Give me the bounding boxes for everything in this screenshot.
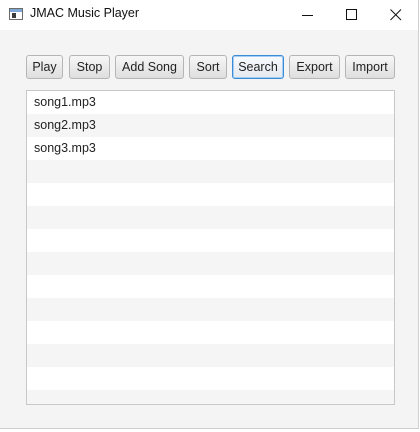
sort-button[interactable]: Sort <box>189 55 227 79</box>
empty-list-row <box>27 321 394 344</box>
list-item[interactable]: song1.mp3 <box>27 91 394 114</box>
maximize-icon <box>346 9 357 20</box>
close-icon <box>390 9 402 21</box>
stop-button[interactable]: Stop <box>69 55 110 79</box>
list-item[interactable]: song2.mp3 <box>27 114 394 137</box>
empty-list-row <box>27 160 394 183</box>
empty-list-row <box>27 229 394 252</box>
list-item[interactable]: song3.mp3 <box>27 137 394 160</box>
empty-list-row <box>27 206 394 229</box>
empty-list-row <box>27 344 394 367</box>
song-list[interactable]: song1.mp3 song2.mp3 song3.mp3 <box>26 90 395 405</box>
app-window-icon <box>9 8 23 20</box>
import-button[interactable]: Import <box>345 55 395 79</box>
empty-list-row <box>27 252 394 275</box>
app-window: JMAC Music Player Play Stop Add Song Sor… <box>0 0 419 429</box>
empty-list-row <box>27 183 394 206</box>
minimize-icon <box>302 15 313 16</box>
main-panel: Play Stop Add Song Sort Search Export Im… <box>0 30 418 428</box>
close-button[interactable] <box>374 0 418 30</box>
empty-list-row <box>27 298 394 321</box>
title-bar[interactable]: JMAC Music Player <box>0 0 418 30</box>
search-button[interactable]: Search <box>232 55 284 79</box>
export-button[interactable]: Export <box>289 55 340 79</box>
empty-list-row <box>27 367 394 390</box>
empty-list-row <box>27 390 394 404</box>
maximize-button[interactable] <box>330 0 374 30</box>
empty-list-row <box>27 275 394 298</box>
play-button[interactable]: Play <box>26 55 63 79</box>
add-song-button[interactable]: Add Song <box>115 55 184 79</box>
minimize-button[interactable] <box>286 0 330 30</box>
window-title: JMAC Music Player <box>30 6 140 20</box>
